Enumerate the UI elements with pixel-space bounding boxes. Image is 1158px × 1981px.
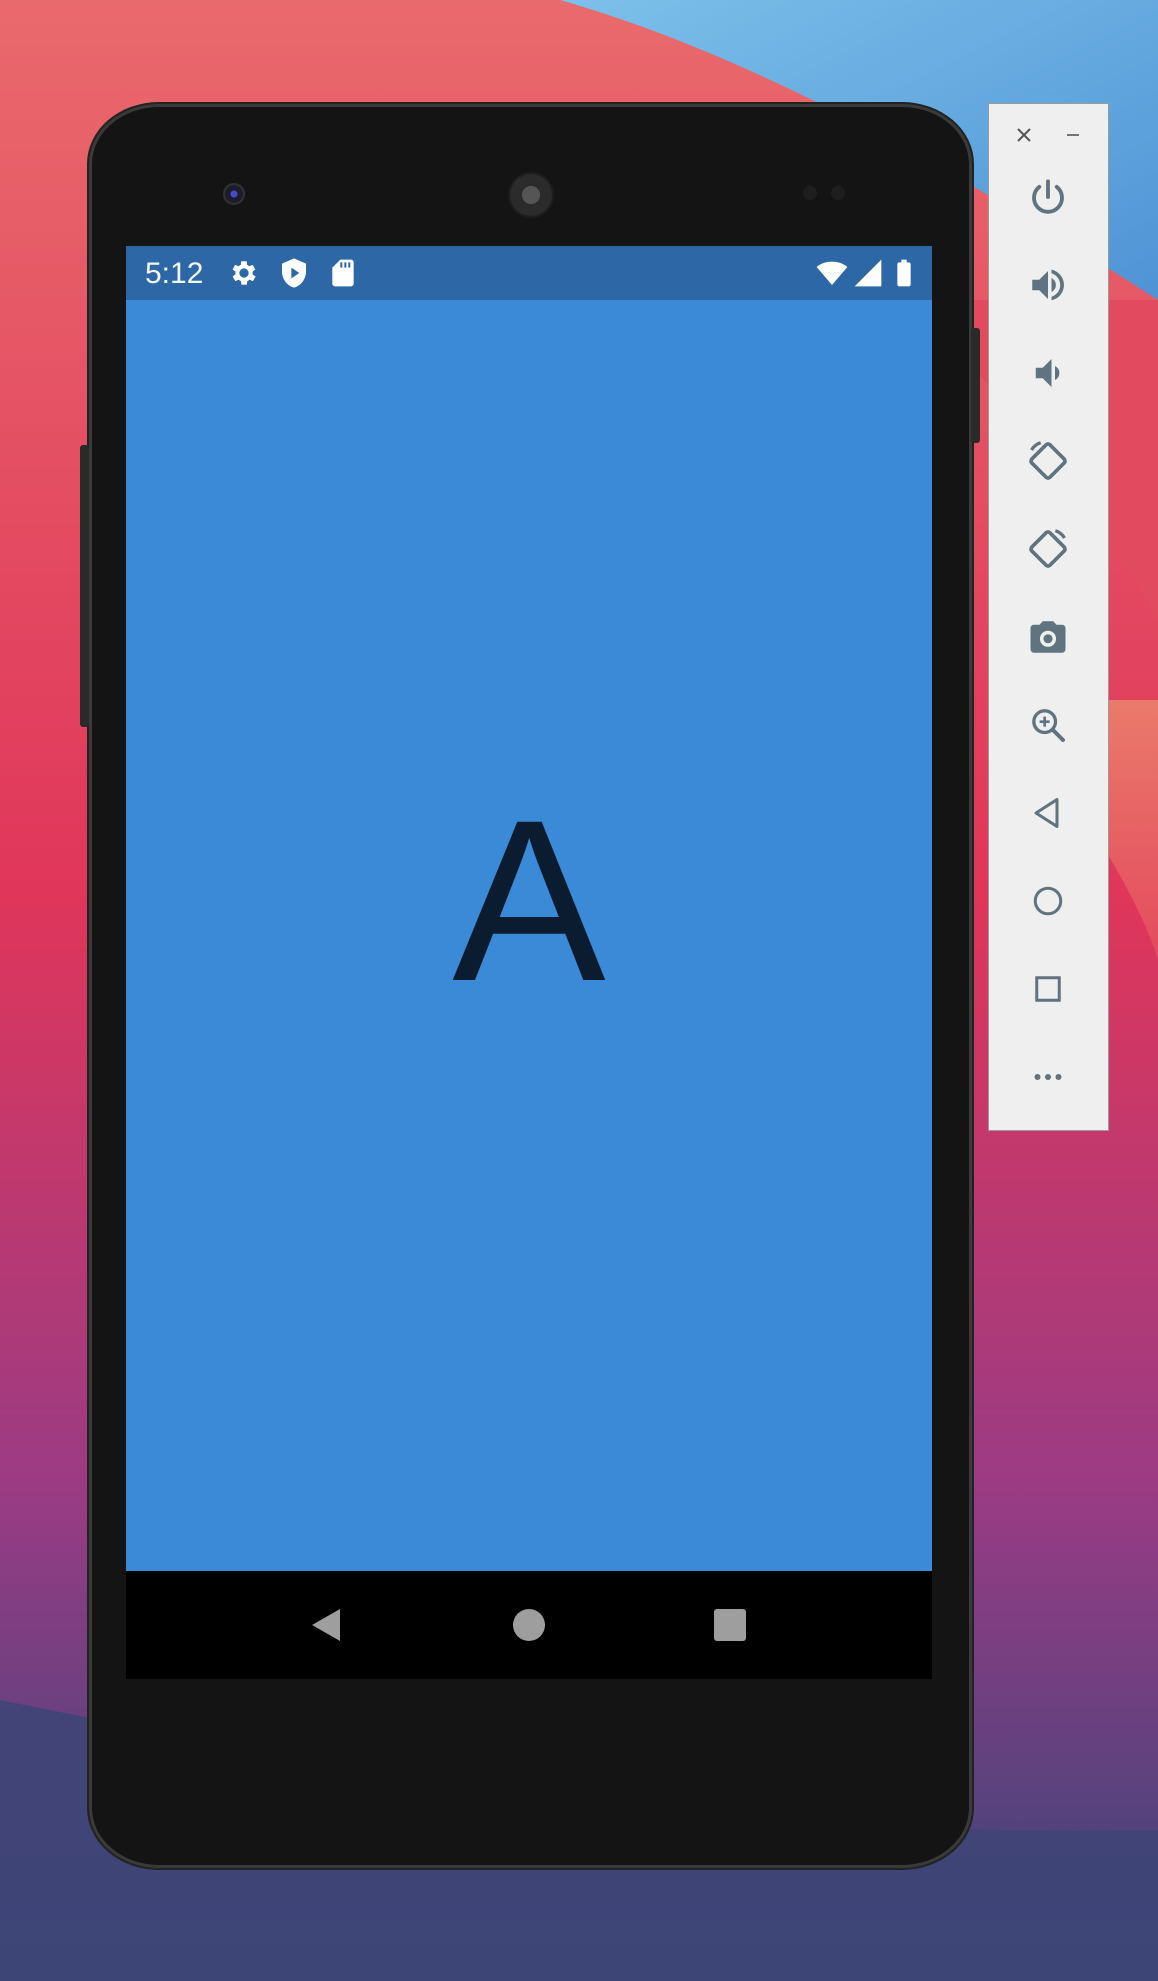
volume-up-button[interactable] [1020,257,1076,313]
light-sensor [831,186,845,200]
sd-card-icon [332,259,354,287]
play-protect-icon [282,258,306,288]
emulator-home-button[interactable] [1020,873,1076,929]
more-icon [1034,1074,1062,1080]
battery-icon [897,259,911,287]
emulator-toolbar [988,103,1109,1131]
zoom-icon [1032,709,1065,742]
phone-screen[interactable]: 5:12 A [126,246,932,1679]
toolbar-window-controls [989,120,1110,150]
more-options-button[interactable] [1020,1049,1076,1105]
proximity-sensor [803,186,817,200]
nav-recents-icon[interactable] [710,1605,750,1645]
status-time: 5:12 [145,257,204,290]
minimize-icon[interactable] [1065,127,1081,143]
overview-icon [1035,976,1061,1002]
emulator-back-button[interactable] [1020,785,1076,841]
settings-icon [232,261,256,285]
power-button[interactable] [1020,169,1076,225]
phone-volume-rocker [80,445,89,727]
rotate-left-button[interactable] [1020,433,1076,489]
power-icon [1032,179,1064,214]
rotate-left-icon [1029,441,1067,480]
screenshot-button[interactable] [1020,609,1076,665]
cell-signal-icon [854,259,882,287]
zoom-button[interactable] [1020,697,1076,753]
volume-down-icon [1035,359,1060,387]
phone-power-button [971,328,980,443]
front-camera [223,183,245,205]
nav-back-icon[interactable] [306,1605,346,1645]
rotate-right-icon [1029,529,1067,568]
wifi-icon [816,261,848,285]
close-icon[interactable] [1016,127,1032,143]
volume-down-button[interactable] [1020,345,1076,401]
volume-up-icon [1032,269,1064,301]
emulator-overview-button[interactable] [1020,961,1076,1017]
back-icon [1034,798,1059,828]
camera-icon [1030,621,1066,653]
navigation-bar [126,1571,932,1679]
status-bar: 5:12 [126,246,932,300]
home-icon [1033,886,1063,916]
earpiece-speaker [510,174,552,216]
rotate-right-button[interactable] [1020,521,1076,577]
nav-home-icon[interactable] [509,1605,549,1645]
center-letter: A [452,772,606,1029]
